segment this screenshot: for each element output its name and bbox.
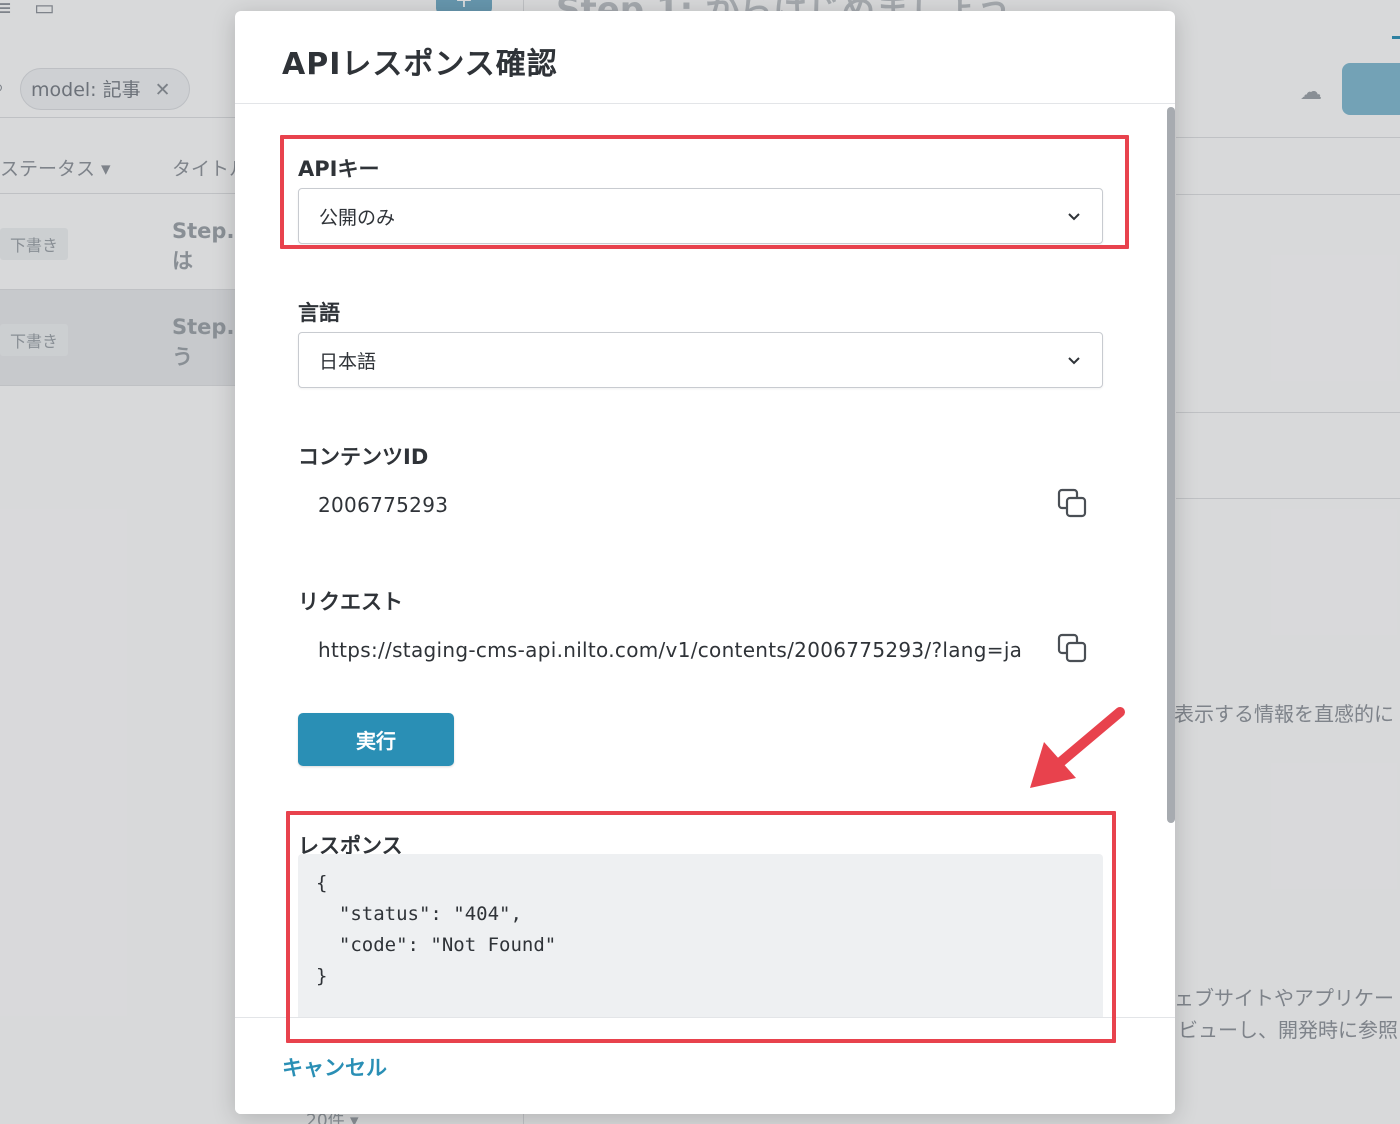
language-label: 言語 — [298, 301, 340, 325]
chevron-down-icon — [1068, 213, 1080, 221]
chevron-down-icon — [1068, 357, 1080, 365]
scrollbar-thumb[interactable] — [1167, 107, 1175, 823]
content-id-label: コンテンツID — [298, 445, 429, 469]
api-key-selected-value: 公開のみ — [319, 206, 396, 229]
request-label: リクエスト — [298, 590, 403, 614]
copy-icon[interactable] — [1057, 633, 1087, 663]
api-response-dialog: APIレスポンス確認 APIキー 公開のみ 言語 日本語 コンテンツID 200… — [235, 11, 1175, 1114]
response-body: { "status": "404", "code": "Not Found" } — [298, 854, 1103, 1018]
cancel-button[interactable]: キャンセル — [282, 1052, 387, 1082]
dialog-scrollbar[interactable] — [1165, 105, 1175, 1018]
language-select[interactable]: 日本語 — [298, 332, 1103, 388]
dialog-title: APIレスポンス確認 — [282, 47, 558, 82]
content-id-value: 2006775293 — [318, 493, 449, 517]
run-button[interactable]: 実行 — [298, 713, 454, 766]
dialog-header: APIレスポンス確認 — [235, 11, 1175, 104]
copy-icon[interactable] — [1057, 488, 1087, 518]
language-selected-value: 日本語 — [319, 350, 377, 373]
dialog-body: APIキー 公開のみ 言語 日本語 コンテンツID 2006775293 リクエ… — [235, 105, 1175, 1018]
api-key-label: APIキー — [298, 157, 380, 181]
dialog-footer: キャンセル — [235, 1017, 1175, 1114]
request-url: https://staging-cms-api.nilto.com/v1/con… — [318, 638, 1023, 662]
api-key-select[interactable]: 公開のみ — [298, 188, 1103, 244]
